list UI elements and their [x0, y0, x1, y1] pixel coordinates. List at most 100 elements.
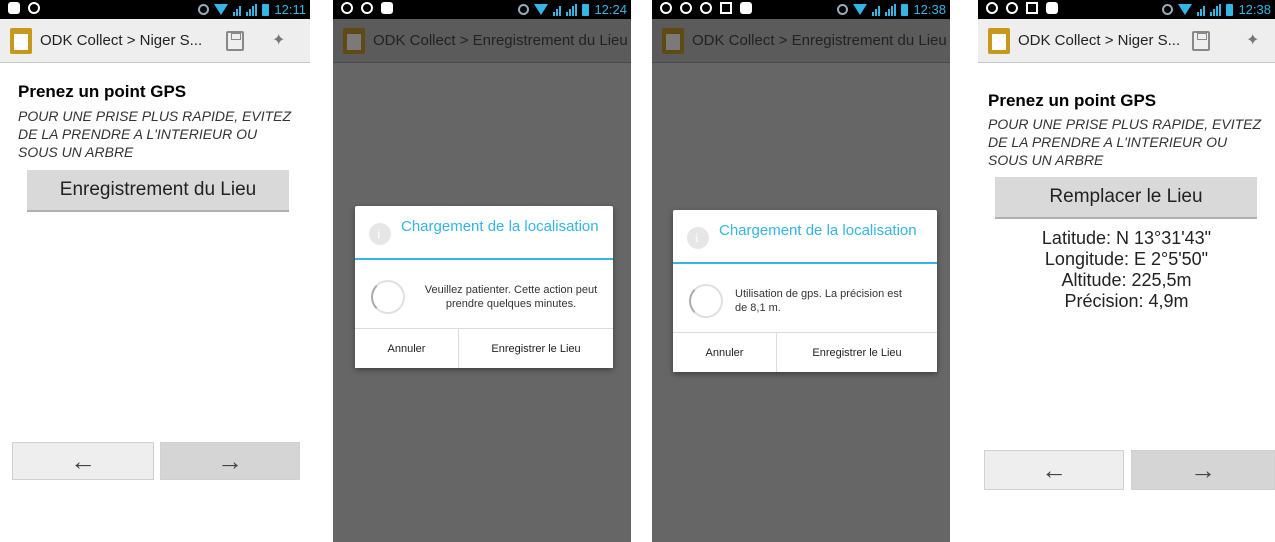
record-location-button[interactable]: Enregistrement du Lieu — [27, 170, 289, 212]
signal-icon — [885, 3, 897, 16]
status-bar: 12:11 — [0, 0, 310, 19]
longitude-value: Longitude: E 2°5'50" — [1044, 249, 1209, 269]
action-bar: ODK Collect > Enregistrement du Lieu — [333, 19, 631, 63]
screen-gps-question: 12:11 ODK Collect > Niger S... ✦ Prenez … — [0, 0, 310, 542]
dimmed-background: Chargement de la localisation Utilisatio… — [652, 63, 950, 542]
alarm-icon — [1006, 2, 1018, 14]
question-hint: POUR UNE PRISE PLUS RAPIDE, EVITEZ DE LA… — [18, 108, 292, 160]
status-bar: 12:38 — [978, 0, 1275, 19]
app-title: ODK Collect > Niger S... — [1018, 32, 1181, 49]
whatsapp-icon — [341, 2, 353, 14]
forward-button[interactable]: → — [1131, 450, 1275, 490]
battery-icon — [262, 3, 270, 16]
forward-button[interactable]: → — [160, 442, 300, 480]
back-button[interactable]: ← — [984, 450, 1124, 490]
screen-gps-result: 12:38 ODK Collect > Niger S... ✦ Prenez … — [978, 0, 1275, 542]
dialog-header: Chargement de la localisation — [673, 210, 937, 264]
status-time: 12:11 — [274, 2, 306, 17]
progress-spinner-icon — [371, 280, 405, 314]
signal-icon — [233, 4, 242, 16]
skype-icon — [381, 2, 393, 14]
dialog-title: Chargement de la localisation — [719, 222, 917, 239]
replace-location-button[interactable]: Remplacer le Lieu — [995, 177, 1257, 219]
battery-icon — [1226, 3, 1234, 16]
save-location-button[interactable]: Enregistrer le Lieu — [459, 329, 613, 368]
action-bar: ODK Collect > Enregistrement du Lieu — [652, 19, 950, 63]
screen-loading-dialog-2: 12:38 ODK Collect > Enregistrement du Li… — [652, 0, 950, 542]
wifi-icon — [214, 4, 229, 15]
image-icon — [1026, 2, 1038, 14]
cancel-button[interactable]: Annuler — [673, 333, 777, 372]
status-time: 12:38 — [913, 2, 946, 17]
satellite-icon[interactable]: ✦ — [1246, 30, 1259, 50]
signal-icon — [566, 3, 578, 16]
skype-icon — [8, 2, 20, 14]
whatsapp-icon — [680, 2, 692, 14]
arrow-left-icon: ← — [70, 446, 96, 476]
app-title: ODK Collect > Enregistrement du Lieu — [692, 32, 947, 49]
action-bar: ODK Collect > Niger S... ✦ — [0, 19, 310, 63]
whatsapp-icon — [986, 2, 998, 14]
clipboard-icon — [10, 27, 32, 54]
wifi-icon — [534, 4, 549, 15]
loading-dialog: Chargement de la localisation Veuillez p… — [355, 206, 613, 368]
dialog-buttons: Annuler Enregistrer le Lieu — [673, 332, 937, 372]
screen-loading-dialog-1: 12:24 ODK Collect > Enregistrement du Li… — [333, 0, 631, 542]
arrow-left-icon: ← — [1041, 455, 1067, 485]
alarm-icon — [700, 2, 712, 14]
sync-icon — [837, 4, 849, 15]
wifi-icon — [853, 4, 868, 15]
question-title: Prenez un point GPS — [18, 82, 187, 101]
dialog-header: Chargement de la localisation — [355, 206, 613, 260]
dialog-message: Veuillez patienter. Cette action peut pr… — [424, 284, 598, 310]
signal-icon — [1197, 4, 1206, 16]
alarm-icon — [28, 2, 40, 14]
dialog-title: Chargement de la localisation — [401, 218, 599, 235]
signal-icon — [872, 4, 881, 16]
signal-icon — [1210, 3, 1222, 16]
loading-dialog: Chargement de la localisation Utilisatio… — [673, 210, 937, 372]
question-title: Prenez un point GPS — [988, 91, 1157, 110]
info-icon — [369, 223, 391, 245]
signal-icon — [553, 4, 562, 16]
status-bar: 12:38 — [652, 0, 950, 19]
action-bar: ODK Collect > Niger S... ✦ — [978, 19, 1275, 63]
dialog-buttons: Annuler Enregistrer le Lieu — [355, 328, 613, 368]
save-icon[interactable] — [1192, 31, 1210, 51]
alarm-icon — [361, 2, 373, 14]
location-icon — [660, 2, 672, 14]
app-title: ODK Collect > Enregistrement du Lieu — [373, 32, 628, 49]
app-title: ODK Collect > Niger S... — [40, 32, 203, 49]
arrow-right-icon: → — [217, 446, 243, 476]
signal-icon — [246, 3, 258, 16]
status-time: 12:24 — [594, 2, 627, 17]
status-bar: 12:24 — [333, 0, 631, 19]
image-icon — [720, 2, 732, 14]
battery-icon — [901, 3, 909, 16]
latitude-value: Latitude: N 13°31'43" — [1041, 228, 1212, 248]
save-icon[interactable] — [226, 31, 244, 51]
status-time: 12:38 — [1238, 2, 1271, 17]
clipboard-icon — [662, 27, 684, 54]
gps-readout: Latitude: N 13°31'43" Longitude: E 2°5'5… — [978, 228, 1275, 312]
wifi-icon — [1178, 4, 1193, 15]
satellite-icon[interactable]: ✦ — [272, 30, 285, 50]
clipboard-icon — [343, 27, 365, 54]
arrow-right-icon: → — [1190, 455, 1216, 485]
dialog-message: Utilisation de gps. La précision est de … — [735, 288, 902, 314]
altitude-value: Altitude: 225,5m — [1061, 270, 1192, 290]
sync-icon — [198, 4, 210, 15]
clipboard-icon — [988, 27, 1010, 54]
dimmed-background: Chargement de la localisation Veuillez p… — [333, 63, 631, 542]
cancel-button[interactable]: Annuler — [355, 329, 459, 368]
progress-spinner-icon — [689, 284, 723, 318]
back-button[interactable]: ← — [12, 442, 154, 480]
save-location-button[interactable]: Enregistrer le Lieu — [777, 333, 937, 372]
info-icon — [687, 227, 709, 249]
precision-value: Précision: 4,9m — [1064, 291, 1189, 311]
question-hint: POUR UNE PRISE PLUS RAPIDE, EVITEZ DE LA… — [988, 116, 1262, 168]
battery-icon — [582, 3, 590, 16]
sync-icon — [518, 4, 530, 15]
skype-icon — [740, 2, 752, 14]
sync-icon — [1162, 4, 1174, 15]
